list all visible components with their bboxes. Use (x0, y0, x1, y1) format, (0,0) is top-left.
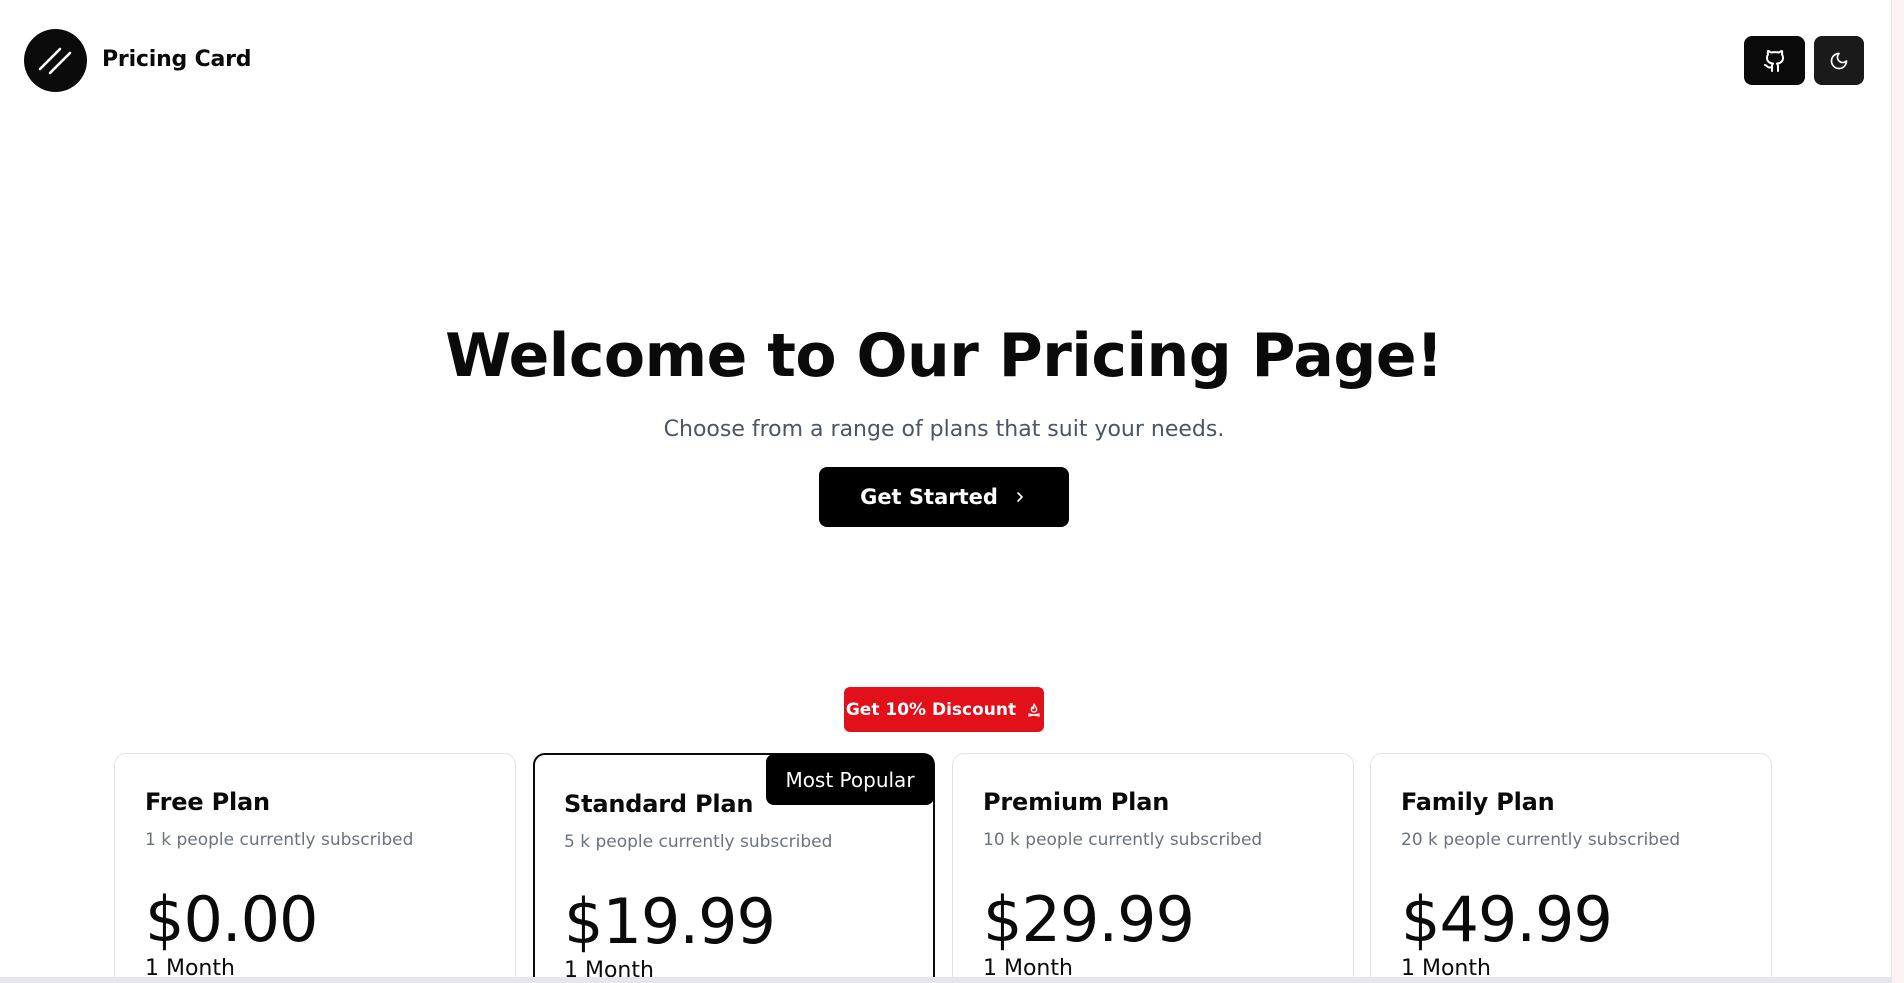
plan-card-free[interactable]: Free Plan 1 k people currently subscribe… (114, 753, 516, 983)
plan-subscribers: 1 k people currently subscribed (145, 830, 414, 850)
get-started-label: Get Started (860, 485, 998, 509)
hero-subtitle: Choose from a range of plans that suit y… (663, 417, 1225, 442)
plan-subscribers: 10 k people currently subscribed (983, 830, 1263, 850)
page: Pricing Card Welcome to Our Pricing Page… (0, 0, 1904, 983)
brand-name[interactable]: Pricing Card (102, 47, 252, 72)
plan-card-standard[interactable]: Most Popular Standard Plan 5 k people cu… (533, 753, 935, 983)
chevron-right-icon (1017, 492, 1023, 502)
plan-name: Standard Plan (564, 790, 754, 818)
discount-label: Get 10% Discount (845, 699, 1017, 720)
github-icon (1763, 49, 1784, 72)
get-started-button[interactable]: Get Started (819, 467, 1069, 527)
moon-icon (1830, 52, 1848, 69)
hero-title: Welcome to Our Pricing Page! (445, 321, 1443, 391)
plan-price: $29.99 (983, 883, 1195, 956)
scrollbar-track[interactable] (1891, 0, 1904, 983)
discount-badge[interactable]: Get 10% Discount (844, 687, 1044, 732)
plan-subscribers: 5 k people currently subscribed (564, 832, 833, 852)
theme-toggle-button[interactable] (1814, 36, 1864, 85)
site-header: Pricing Card (0, 0, 1892, 120)
plan-card-premium[interactable]: Premium Plan 10 k people currently subsc… (952, 753, 1354, 983)
double-slash-logo-icon (38, 47, 72, 75)
logo[interactable] (24, 29, 87, 92)
plan-card-family[interactable]: Family Plan 20 k people currently subscr… (1370, 753, 1772, 983)
plan-price: $19.99 (564, 885, 776, 958)
plan-name: Premium Plan (983, 788, 1170, 816)
plan-name: Family Plan (1401, 788, 1555, 816)
plan-price: $49.99 (1401, 883, 1613, 956)
flame-icon (1028, 702, 1041, 717)
bottom-edge (0, 977, 1892, 983)
plan-subscribers: 20 k people currently subscribed (1401, 830, 1681, 850)
plan-name: Free Plan (145, 788, 270, 816)
most-popular-badge: Most Popular (766, 754, 934, 805)
github-button[interactable] (1744, 36, 1805, 85)
plan-price: $0.00 (145, 883, 318, 956)
